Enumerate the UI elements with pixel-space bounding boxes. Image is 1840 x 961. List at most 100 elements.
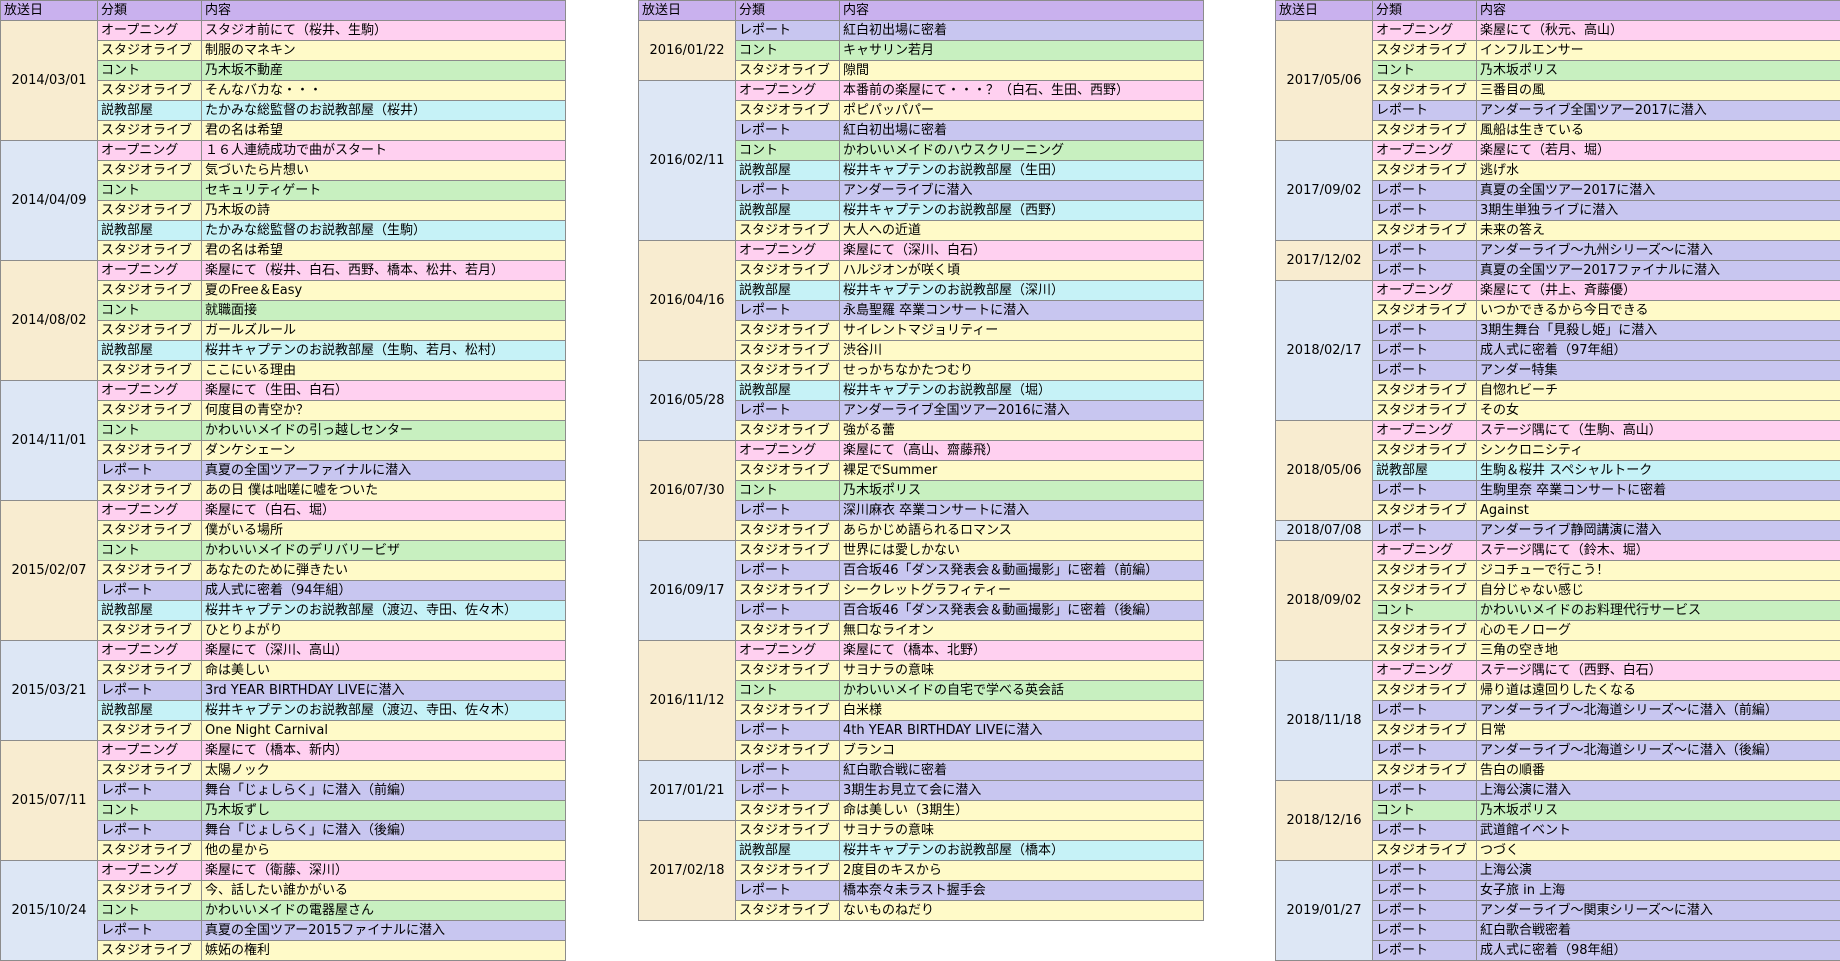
content-cell: 桜井キャプテンのお説教部屋（生田） — [839, 160, 1204, 181]
content-cell: たかみな総監督のお説教部屋（桜井） — [201, 100, 566, 121]
category-cell: スタジオライブ — [97, 940, 202, 961]
broadcast-date-cell: 2016/09/17 — [638, 540, 736, 641]
content-cell: 君の名は希望 — [201, 120, 566, 141]
content-cell: ガールズルール — [201, 320, 566, 341]
category-cell: レポート — [1372, 520, 1477, 541]
category-cell: レポート — [97, 920, 202, 941]
category-cell: スタジオライブ — [1372, 300, 1477, 321]
content-cell: アンダーライブ静岡講演に潜入 — [1476, 520, 1840, 541]
content-cell: 紅白初出場に密着 — [839, 20, 1204, 41]
category-cell: レポート — [1372, 480, 1477, 501]
content-cell: 楽屋にて（衛藤、深川） — [201, 860, 566, 881]
category-cell: スタジオライブ — [735, 820, 840, 841]
category-cell: スタジオライブ — [97, 400, 202, 421]
content-cell: 乃木坂ポリス — [839, 480, 1204, 501]
content-cell: 無口なライオン — [839, 620, 1204, 641]
table-row: 2014/04/09 オープニング １６人連続成功で曲がスタート — [0, 140, 566, 261]
header-date: 放送日 — [638, 0, 736, 21]
category-cell: 説教部屋 — [735, 380, 840, 401]
broadcast-date-cell: 2018/07/08 — [1275, 520, 1373, 541]
broadcast-date-cell: 2016/05/28 — [638, 360, 736, 441]
category-cell: レポート — [1372, 240, 1477, 261]
broadcast-date-cell: 2016/04/16 — [638, 240, 736, 361]
category-cell: コント — [735, 680, 840, 701]
header-date: 放送日 — [0, 0, 98, 21]
category-cell: スタジオライブ — [735, 420, 840, 441]
content-cell: 乃木坂ずし — [201, 800, 566, 821]
category-cell: スタジオライブ — [97, 720, 202, 741]
content-cell: 乃木坂の詩 — [201, 200, 566, 221]
broadcast-date-cell: 2015/02/07 — [0, 500, 98, 641]
content-cell: あの日 僕は咄嗟に嘘をついた — [201, 480, 566, 501]
table-row: 2014/11/01 オープニング 楽屋にて（生田、白石） — [0, 380, 566, 501]
category-cell: スタジオライブ — [97, 560, 202, 581]
content-cell: 風船は生きている — [1476, 120, 1840, 141]
content-cell: 舞台「じょしらく」に潜入（前編） — [201, 780, 566, 801]
category-cell: スタジオライブ — [97, 360, 202, 381]
category-cell: レポート — [1372, 360, 1477, 381]
content-cell: 心のモノローグ — [1476, 620, 1840, 641]
table-row: 2014/08/02 オープニング 楽屋にて（桜井、白石、西野、橋本、松井、若月） — [0, 260, 566, 381]
content-cell: サヨナラの意味 — [839, 820, 1204, 841]
content-cell: かわいいメイドの自宅で学べる英会話 — [839, 680, 1204, 701]
broadcast-date-cell: 2016/11/12 — [638, 640, 736, 761]
content-cell: 3期生お見立て会に潜入 — [839, 780, 1204, 801]
table-row: 2016/02/11 オープニング 本番前の楽屋にて・・・？（白石、生田、西野） — [638, 80, 1204, 241]
broadcast-date-cell: 2018/12/16 — [1275, 780, 1373, 861]
content-cell: シークレットグラフィティー — [839, 580, 1204, 601]
content-cell: スタジオ前にて（桜井、生駒） — [201, 20, 566, 41]
category-cell: スタジオライブ — [97, 320, 202, 341]
broadcast-date-cell: 2017/12/02 — [1275, 240, 1373, 281]
table-row: 2017/01/21 レポート 紅白歌合戦に密着 — [638, 760, 1204, 821]
content-cell: せっかちなかたつむり — [839, 360, 1204, 381]
category-cell: スタジオライブ — [97, 880, 202, 901]
category-cell: オープニング — [1372, 420, 1477, 441]
category-cell: レポート — [735, 760, 840, 781]
category-cell: スタジオライブ — [1372, 680, 1477, 701]
category-cell: コント — [735, 40, 840, 61]
table-row: 2015/02/07 オープニング 楽屋にて（白石、堀） — [0, 500, 566, 641]
content-cell: 上海公演に潜入 — [1476, 780, 1840, 801]
category-cell: スタジオライブ — [735, 860, 840, 881]
category-cell: レポート — [735, 300, 840, 321]
content-cell: 今、話したい誰かがいる — [201, 880, 566, 901]
header-row: 放送日 分類 内容 — [638, 0, 1204, 21]
content-cell: 楽屋にて（橋本、新内） — [201, 740, 566, 761]
category-cell: スタジオライブ — [735, 540, 840, 561]
category-cell: レポート — [1372, 320, 1477, 341]
category-cell: オープニング — [97, 20, 202, 41]
content-cell: One Night Carnival — [201, 720, 566, 741]
header-content: 内容 — [1476, 0, 1840, 21]
table-row: 2018/11/18 オープニング ステージ隅にて（西野、白石） — [1275, 660, 1840, 781]
category-cell: スタジオライブ — [1372, 640, 1477, 661]
category-cell: スタジオライブ — [97, 440, 202, 461]
broadcast-date-cell: 2016/07/30 — [638, 440, 736, 541]
category-cell: コント — [735, 140, 840, 161]
category-cell: オープニング — [97, 500, 202, 521]
content-cell: 日常 — [1476, 720, 1840, 741]
category-cell: オープニング — [97, 860, 202, 881]
category-cell: レポート — [1372, 780, 1477, 801]
content-cell: かわいいメイドのデリバリービザ — [201, 540, 566, 561]
category-cell: オープニング — [735, 440, 840, 461]
category-cell: スタジオライブ — [735, 580, 840, 601]
content-cell: 3期生単独ライブに潜入 — [1476, 200, 1840, 221]
category-cell: スタジオライブ — [735, 900, 840, 921]
category-cell: レポート — [1372, 700, 1477, 721]
content-cell: アンダーライブ～北海道シリーズ～に潜入（後編） — [1476, 740, 1840, 761]
table-body: 2017/05/06 オープニング 楽屋にて（秋元、高山） スタジオライブ インフルエン… — [1275, 20, 1840, 961]
content-cell: 夏のFree＆Easy — [201, 280, 566, 301]
broadcast-date-cell: 2018/05/06 — [1275, 420, 1373, 521]
content-cell: ここにいる理由 — [201, 360, 566, 381]
content-cell: 桜井キャプテンのお説教部屋（深川） — [839, 280, 1204, 301]
table-row: 2016/09/17 スタジオライブ 世界には愛しかない — [638, 540, 1204, 641]
content-cell: 裸足でSummer — [839, 460, 1204, 481]
broadcast-date-cell: 2017/09/02 — [1275, 140, 1373, 241]
content-cell: 舞台「じょしらく」に潜入（後編） — [201, 820, 566, 841]
category-cell: スタジオライブ — [1372, 840, 1477, 861]
content-cell: 紅白歌合戦密着 — [1476, 920, 1840, 941]
category-cell: スタジオライブ — [735, 660, 840, 681]
content-cell: 白米様 — [839, 700, 1204, 721]
category-cell: スタジオライブ — [97, 480, 202, 501]
category-cell: オープニング — [735, 80, 840, 101]
